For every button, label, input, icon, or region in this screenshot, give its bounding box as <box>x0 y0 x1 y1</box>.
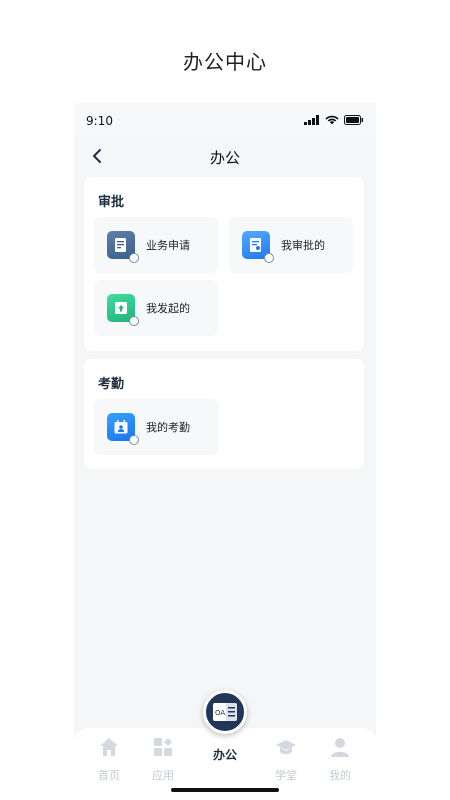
approval-card: 审批 业务申请 我审批的 我发起的 <box>84 177 364 351</box>
badge-icon <box>129 435 139 445</box>
apps-icon <box>154 738 172 756</box>
document-icon <box>107 231 139 263</box>
battery-icon <box>344 115 363 125</box>
tab-bar: 首页 应用 OA 办公 学堂 我的 <box>74 690 376 800</box>
tab-label: 首页 <box>98 769 120 782</box>
calendar-person-icon <box>107 413 139 445</box>
upload-doc-icon <box>107 294 139 326</box>
badge-icon <box>264 253 274 263</box>
tab-mine[interactable]: 我的 <box>315 736 365 783</box>
tile-label: 我审批的 <box>281 239 325 252</box>
tab-label: 应用 <box>152 769 174 782</box>
attendance-title: 考勤 <box>98 377 125 392</box>
signal-icon <box>304 115 319 125</box>
status-time: 9:10 <box>86 114 113 128</box>
office-icon: OA <box>213 703 237 721</box>
tab-academy[interactable]: 学堂 <box>261 736 311 783</box>
nav-title: 办公 <box>209 149 240 167</box>
tab-label: 学堂 <box>275 769 297 782</box>
wifi-icon <box>325 115 339 125</box>
graduation-cap-icon <box>276 740 296 755</box>
tile-label: 我发起的 <box>146 302 190 315</box>
tab-office[interactable]: OA <box>203 690 247 734</box>
tile-my-approvals[interactable]: 我审批的 <box>229 217 353 273</box>
status-bar: 9:10 <box>74 103 376 139</box>
office-badge: OA <box>215 709 225 717</box>
attendance-card: 考勤 我的考勤 <box>84 359 364 469</box>
approval-title: 审批 <box>98 195 125 210</box>
tab-label-office: 办公 <box>212 748 237 762</box>
tab-home[interactable]: 首页 <box>84 736 134 783</box>
home-indicator <box>171 788 279 792</box>
tab-apps[interactable]: 应用 <box>138 736 188 783</box>
tile-label: 我的考勤 <box>146 421 190 434</box>
badge-icon <box>129 253 139 263</box>
badge-icon <box>129 316 139 326</box>
tile-my-attendance[interactable]: 我的考勤 <box>94 399 218 455</box>
phone-screen: 9:10 办公 审批 业务申请 我审批的 我发起的 考勤 我的考勤 首页 应用 … <box>74 103 376 800</box>
home-icon <box>100 738 118 756</box>
approval-doc-icon <box>242 231 274 263</box>
tile-business-application[interactable]: 业务申请 <box>94 217 218 273</box>
nav-bar: 办公 <box>74 139 376 175</box>
page-title: 办公中心 <box>183 50 267 74</box>
tile-label: 业务申请 <box>146 239 190 252</box>
tile-initiated-by-me[interactable]: 我发起的 <box>94 280 218 336</box>
user-icon <box>331 738 349 757</box>
tab-label: 我的 <box>329 769 351 782</box>
status-icons <box>304 115 364 125</box>
